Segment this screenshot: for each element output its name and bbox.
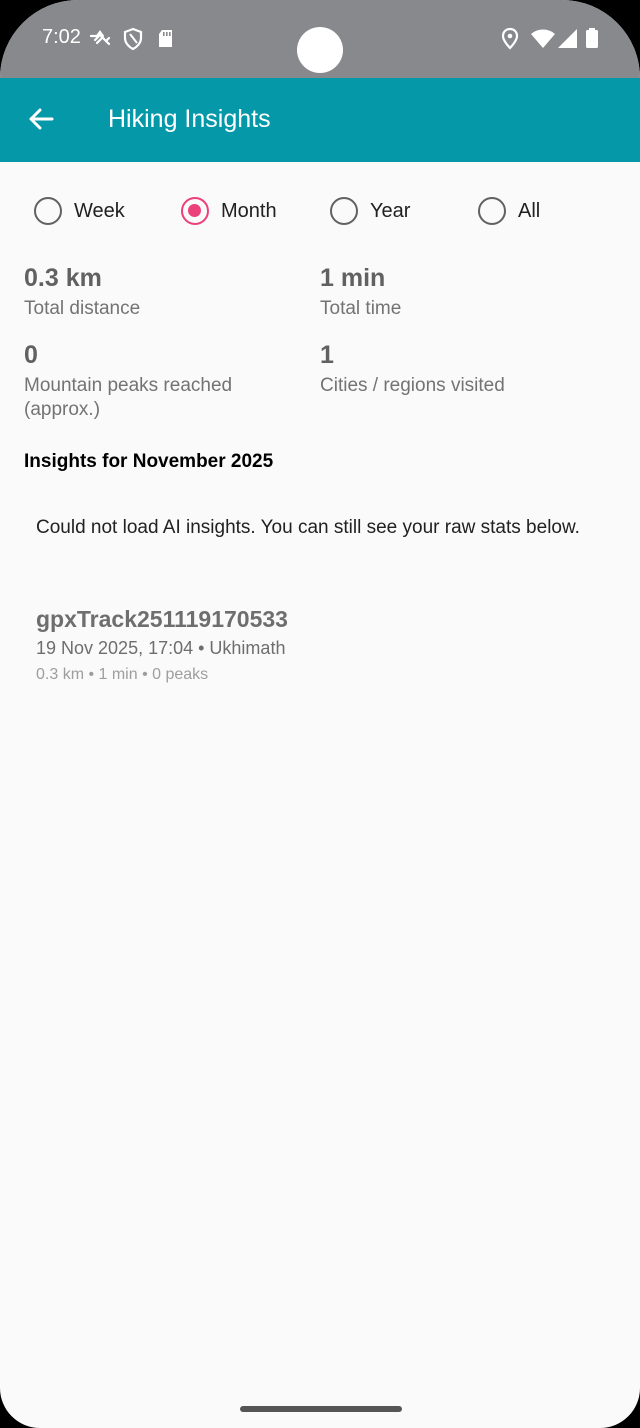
sd-card-icon bbox=[156, 27, 176, 56]
radio-all[interactable]: All bbox=[478, 188, 540, 234]
stat-value: 0.3 km bbox=[24, 264, 102, 292]
stat-value: 0 bbox=[24, 341, 38, 369]
phone-screen: 7:02 Hiking Insights Week Month Year All… bbox=[0, 0, 640, 1428]
battery-icon bbox=[584, 27, 600, 56]
location-icon bbox=[500, 27, 520, 56]
wifi-icon bbox=[530, 27, 556, 56]
status-time: 7:02 bbox=[42, 26, 81, 48]
shield-icon bbox=[122, 27, 144, 56]
arrow-back-icon bbox=[27, 105, 55, 138]
app-bar: Hiking Insights bbox=[0, 78, 640, 162]
insights-title: Insights for November 2025 bbox=[24, 451, 274, 472]
radio-button-month[interactable] bbox=[181, 197, 209, 225]
stat-label: Total distance bbox=[24, 298, 141, 319]
front-camera bbox=[297, 27, 343, 73]
app-title: Hiking Insights bbox=[108, 105, 271, 133]
radio-label: Week bbox=[74, 199, 125, 222]
radio-button-year[interactable] bbox=[330, 197, 358, 225]
radio-month[interactable]: Month bbox=[181, 188, 277, 234]
track-stats: 0.3 km • 1 min • 0 peaks bbox=[36, 666, 209, 683]
radio-week[interactable]: Week bbox=[34, 188, 125, 234]
radio-label: Month bbox=[221, 199, 277, 222]
back-button[interactable] bbox=[16, 96, 66, 146]
track-list-item[interactable]: gpxTrack251119170533 19 Nov 2025, 17:04 … bbox=[36, 604, 596, 686]
weather-icon bbox=[88, 27, 112, 56]
status-bar: 7:02 bbox=[0, 0, 640, 78]
radio-button-all[interactable] bbox=[478, 197, 506, 225]
signal-icon bbox=[557, 27, 579, 56]
track-name: gpxTrack251119170533 bbox=[36, 606, 288, 632]
radio-year[interactable]: Year bbox=[330, 188, 410, 234]
radio-button-week[interactable] bbox=[34, 197, 62, 225]
insights-message: Could not load AI insights. You can stil… bbox=[36, 517, 580, 538]
stat-regions-visited: 1 Cities / regions visited bbox=[320, 340, 610, 398]
stat-total-distance: 0.3 km Total distance bbox=[24, 263, 304, 321]
stat-label: Cities / regions visited bbox=[320, 375, 505, 396]
radio-label: All bbox=[518, 199, 541, 222]
home-indicator[interactable] bbox=[240, 1406, 402, 1412]
stat-value: 1 bbox=[320, 341, 334, 369]
stat-label: Mountain peaks reached (approx.) bbox=[24, 375, 233, 420]
track-date-location: 19 Nov 2025, 17:04 • Ukhimath bbox=[36, 638, 286, 658]
stat-total-time: 1 min Total time bbox=[320, 263, 610, 321]
radio-label: Year bbox=[370, 199, 411, 222]
stat-label: Total time bbox=[320, 298, 402, 319]
stat-value: 1 min bbox=[320, 264, 386, 292]
stat-peaks-reached: 0 Mountain peaks reached (approx.) bbox=[24, 340, 304, 422]
period-filter: Week Month Year All bbox=[0, 188, 640, 234]
